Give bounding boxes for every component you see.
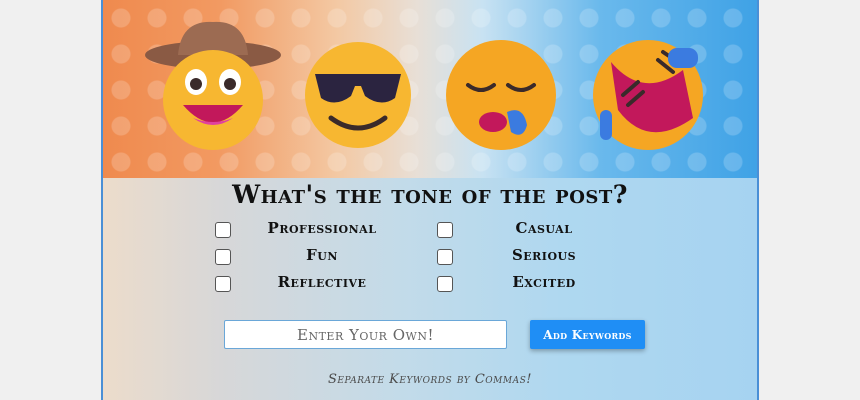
checkbox-fun[interactable] xyxy=(215,249,231,265)
option-label-fun: Fun xyxy=(306,246,338,264)
checkbox-casual[interactable] xyxy=(437,222,453,238)
checkbox-reflective[interactable] xyxy=(215,276,231,292)
checkbox-excited[interactable] xyxy=(437,276,453,292)
keywords-hint: Separate Keywords by Commas! xyxy=(327,372,532,387)
keywords-placeholder: Enter Your Own! xyxy=(297,325,434,344)
option-label-professional: Professional xyxy=(267,219,377,237)
option-professional[interactable] xyxy=(215,219,231,241)
option-fun[interactable] xyxy=(215,246,231,268)
option-excited[interactable] xyxy=(437,273,453,295)
option-casual[interactable] xyxy=(437,219,453,241)
option-label-casual: Casual xyxy=(515,219,573,237)
keywords-input[interactable]: Enter Your Own! xyxy=(224,320,507,349)
page-title: What's the tone of the post? xyxy=(232,180,628,209)
emoji-banner xyxy=(103,0,757,178)
option-label-reflective: Reflective xyxy=(277,273,367,291)
option-serious[interactable] xyxy=(437,246,453,268)
option-label-serious: Serious xyxy=(511,246,577,264)
rolling-on-the-floor-laughing-icon xyxy=(593,40,703,150)
checkbox-serious[interactable] xyxy=(437,249,453,265)
option-reflective[interactable] xyxy=(215,273,231,295)
sleeping-face-icon xyxy=(446,40,556,150)
option-label-excited: Excited xyxy=(512,273,576,291)
checkbox-professional[interactable] xyxy=(215,222,231,238)
smiling-face-with-sunglasses-icon xyxy=(305,42,411,148)
cowboy-hat-face-icon xyxy=(145,21,281,150)
add-keywords-button[interactable]: Add Keywords xyxy=(530,320,645,349)
